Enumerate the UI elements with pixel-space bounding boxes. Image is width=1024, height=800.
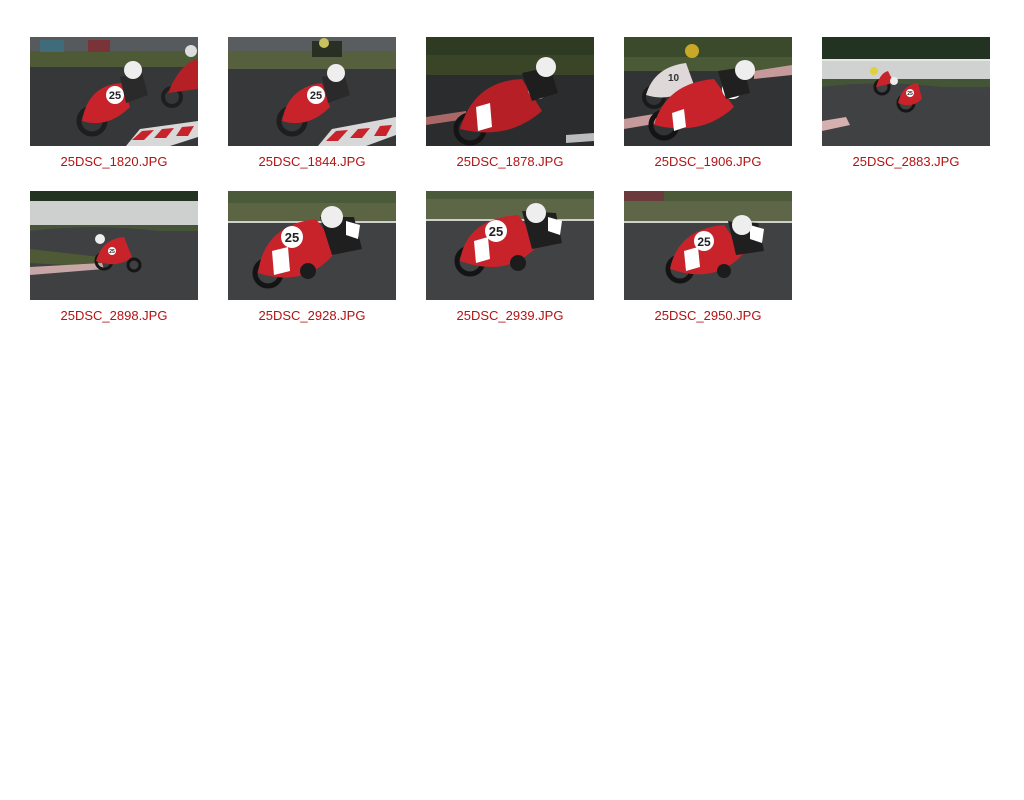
thumbnail-image: 25 xyxy=(30,191,198,300)
gallery-item: 25 25DSC_2939.JPG xyxy=(426,191,594,324)
thumbnail-image: 25 xyxy=(822,37,990,146)
gallery-item: 25 25DSC_1878.JPG xyxy=(426,37,594,170)
rider-number: 25 xyxy=(489,224,503,239)
thumbnail-image: 25 xyxy=(426,191,594,300)
thumbnail-image: 25 xyxy=(30,37,198,146)
gallery-item: 25 25DSC_1844.JPG xyxy=(228,37,396,170)
rider-number: 25 xyxy=(109,90,121,102)
filename-caption-link[interactable]: 25DSC_2883.JPG xyxy=(822,154,990,170)
rider-number: 25 xyxy=(285,230,299,245)
svg-text:10: 10 xyxy=(668,73,680,84)
thumbnail-image: 10 25 xyxy=(624,37,792,146)
rider-number: 25 xyxy=(109,249,115,255)
filename-caption-link[interactable]: 25DSC_1844.JPG xyxy=(228,154,396,170)
filename-caption-link[interactable]: 25DSC_2898.JPG xyxy=(30,308,198,324)
filename-caption-link[interactable]: 25DSC_2939.JPG xyxy=(426,308,594,324)
filename-caption-link[interactable]: 25DSC_2928.JPG xyxy=(228,308,396,324)
thumbnail-link[interactable]: 25 xyxy=(426,37,594,146)
gallery-item: 25 25DSC_2898.JPG xyxy=(30,191,198,324)
gallery-item: 25 25DSC_1820.JPG xyxy=(30,37,198,170)
rider-number: 25 xyxy=(907,91,913,97)
thumbnail-link[interactable]: 25 xyxy=(30,37,198,146)
thumbnail-link[interactable]: 25 xyxy=(822,37,990,146)
gallery-item: 25 25DSC_2928.JPG xyxy=(228,191,396,324)
gallery-item: 10 25 25DSC_1906.JPG xyxy=(624,37,792,170)
filename-caption-link[interactable]: 25DSC_2950.JPG xyxy=(624,308,792,324)
thumbnail-link[interactable]: 25 xyxy=(624,191,792,300)
thumbnail-link[interactable]: 25 xyxy=(30,191,198,300)
thumbnail-image: 25 xyxy=(624,191,792,300)
rider-number: 25 xyxy=(310,90,322,102)
thumbnail-link[interactable]: 25 xyxy=(228,37,396,146)
thumbnail-image: 25 xyxy=(228,191,396,300)
gallery-item: 25 25DSC_2950.JPG xyxy=(624,191,792,324)
gallery-item: 25 25DSC_2883.JPG xyxy=(822,37,990,170)
filename-caption-link[interactable]: 25DSC_1820.JPG xyxy=(30,154,198,170)
photo-gallery: 25 25DSC_1820.JPG 25 25DSC_1844.JPG 25DS… xyxy=(0,0,1024,800)
thumbnail-image: 25 xyxy=(228,37,396,146)
filename-caption-link[interactable]: 25DSC_1906.JPG xyxy=(624,154,792,170)
thumbnail-image: 25 xyxy=(426,37,594,146)
rider-number: 25 xyxy=(697,235,711,249)
thumbnail-link[interactable]: 25 xyxy=(426,191,594,300)
thumbnail-link[interactable]: 10 25 xyxy=(624,37,792,146)
thumbnail-link[interactable]: 25 xyxy=(228,191,396,300)
filename-caption-link[interactable]: 25DSC_1878.JPG xyxy=(426,154,594,170)
